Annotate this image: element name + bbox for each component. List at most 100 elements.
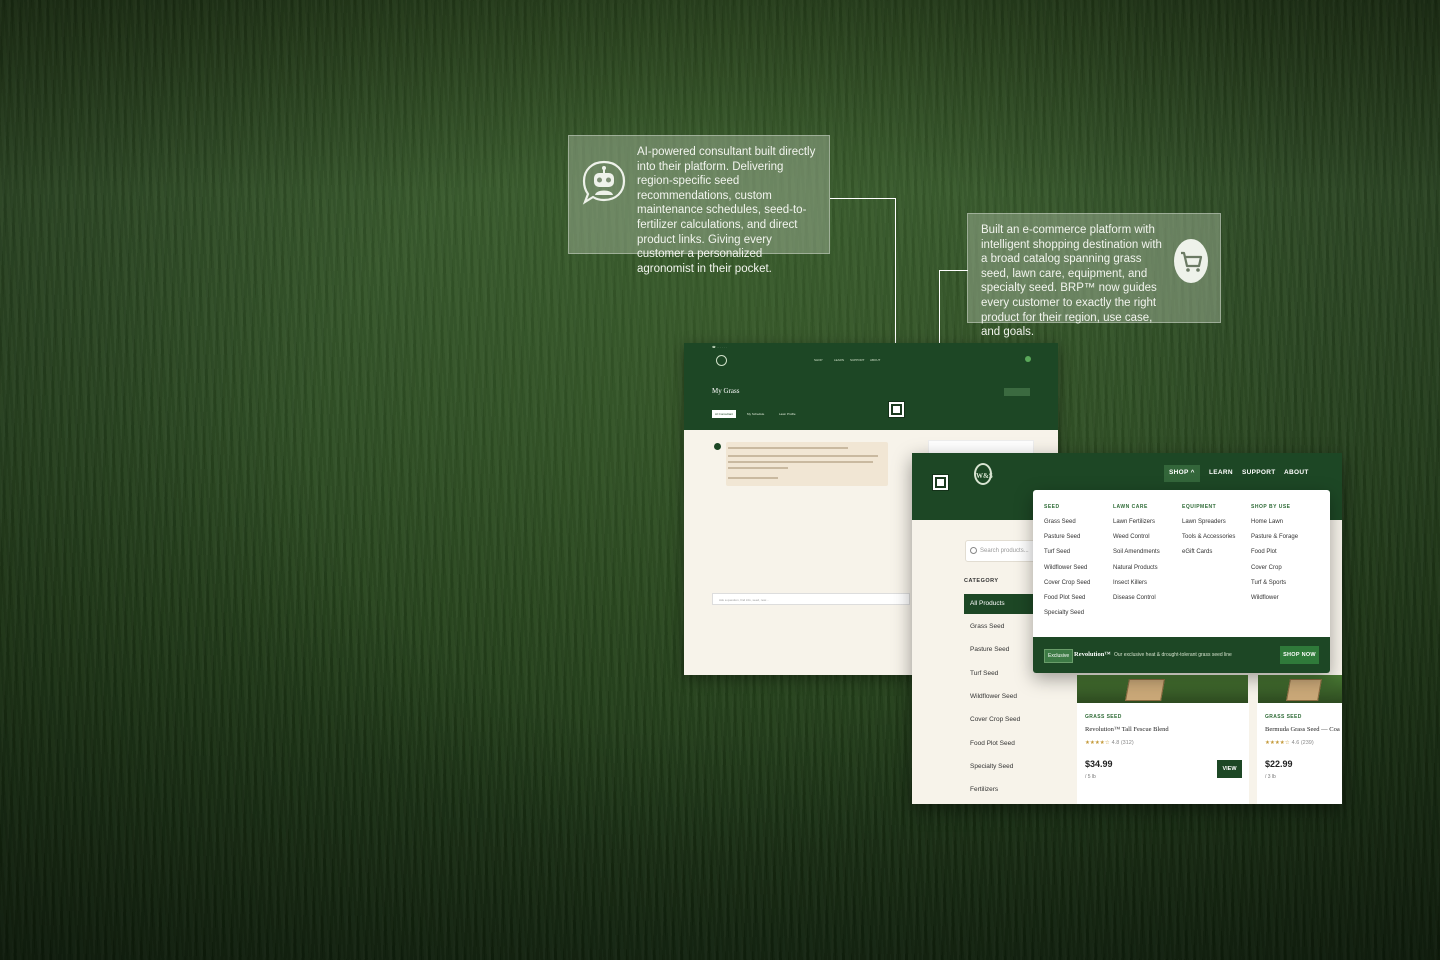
tab-ai-consultant[interactable]: AI Consultant	[712, 410, 737, 418]
product-image[interactable]	[1077, 675, 1248, 703]
category-heading: CATEGORY	[964, 578, 999, 584]
header-button[interactable]	[1004, 388, 1030, 396]
nav-about[interactable]: ABOUT	[870, 358, 880, 362]
menu-item[interactable]: eGift Cards	[1182, 549, 1235, 564]
menu-item[interactable]: Pasture & Forage	[1251, 534, 1298, 549]
product-title[interactable]: Bermuda Grass Seed — Coa	[1265, 726, 1340, 733]
product-rating: ★★★★☆ 4.8 (312)	[1085, 740, 1134, 746]
menu-item[interactable]: Home Lawn	[1251, 519, 1298, 534]
menu-item[interactable]: Tools & Accessories	[1182, 534, 1235, 549]
menu-item[interactable]: Turf & Sports	[1251, 580, 1298, 595]
product-category: GRASS SEED	[1085, 714, 1122, 720]
connector-line	[830, 198, 896, 199]
product-rating: ★★★★☆ 4.6 (239)	[1265, 740, 1314, 746]
menu-column-lawn-care: LAWN CARE Lawn Fertilizers Weed Control …	[1113, 504, 1160, 610]
chat-text-line	[728, 477, 778, 479]
product-image[interactable]	[1258, 675, 1342, 703]
chat-text-line	[728, 455, 878, 457]
cart-icon	[1174, 239, 1208, 283]
ecommerce-callout-text: Built an e-commerce platform with intell…	[981, 224, 1162, 339]
menu-column-seed: SEED Grass Seed Pasture Seed Turf Seed W…	[1044, 504, 1090, 625]
promo-banner: Exclusive Revolution™ Our exclusive heat…	[1033, 637, 1330, 673]
nav-learn[interactable]: LEARN	[1209, 469, 1233, 476]
product-unit: / 3 lb	[1265, 774, 1276, 780]
nav-shop[interactable]: SHOP ^	[1169, 469, 1195, 476]
shop-now-button[interactable]: SHOP NOW	[1280, 646, 1319, 664]
menu-item[interactable]: Insect Killers	[1113, 580, 1160, 595]
nav-shop[interactable]: SHOP	[814, 358, 823, 362]
bot-avatar	[714, 443, 721, 450]
product-unit: / 5 lb	[1085, 774, 1096, 780]
menu-item[interactable]: Cover Crop Seed	[1044, 580, 1090, 595]
menu-item[interactable]: Grass Seed	[1044, 519, 1090, 534]
menu-item[interactable]: Food Plot	[1251, 549, 1298, 564]
robot-chat-icon	[582, 160, 626, 205]
ai-consultant-callout: AI-powered consultant built directly int…	[568, 135, 830, 275]
menu-item[interactable]: Disease Control	[1113, 595, 1160, 610]
avatar[interactable]	[1025, 356, 1031, 362]
menu-item[interactable]: Lawn Fertilizers	[1113, 519, 1160, 534]
promo-brand: Revolution™	[1074, 651, 1111, 658]
product-category: GRASS SEED	[1265, 714, 1302, 720]
menu-item[interactable]: Weed Control	[1113, 534, 1160, 549]
nav-support[interactable]: SUPPORT	[850, 358, 864, 362]
view-button[interactable]: VIEW	[1217, 760, 1242, 778]
topbar-text: ☎ · · · · · ·	[712, 345, 727, 349]
chat-message	[726, 442, 888, 486]
category-specialty-seed[interactable]: Specialty Seed	[964, 757, 1044, 777]
page-title: My Grass	[712, 387, 740, 395]
tab-lawn-profile[interactable]: Lawn Profile	[776, 410, 799, 418]
menu-column-equipment: EQUIPMENT Lawn Spreaders Tools & Accesso…	[1182, 504, 1235, 565]
connector-marker	[889, 402, 904, 417]
my-grass-header: ☎ · · · · · · SHOP LEARN SUPPORT ABOUT M…	[684, 343, 1058, 430]
menu-item[interactable]: Food Plot Seed	[1044, 595, 1090, 610]
chat-text-line	[728, 467, 788, 469]
menu-column-shop-by-use: SHOP BY USE Home Lawn Pasture & Forage F…	[1251, 504, 1298, 610]
nav-about[interactable]: ABOUT	[1284, 469, 1309, 476]
menu-item[interactable]: Wildflower Seed	[1044, 565, 1090, 580]
chat-text-line	[728, 461, 873, 463]
menu-item[interactable]: Cover Crop	[1251, 565, 1298, 580]
category-all-products[interactable]: All Products	[964, 594, 1044, 614]
menu-heading: SHOP BY USE	[1251, 504, 1291, 510]
category-fertilizers[interactable]: Fertilizers	[964, 780, 1044, 800]
product-card[interactable]: GRASS SEED Revolution™ Tall Fescue Blend…	[1077, 703, 1249, 804]
menu-heading: EQUIPMENT	[1182, 504, 1217, 510]
seed-bag-image	[1286, 679, 1322, 701]
menu-item[interactable]: Soil Amendments	[1113, 549, 1160, 564]
exclusive-badge: Exclusive	[1044, 649, 1074, 663]
chevron-up-icon: ^	[1190, 469, 1195, 476]
category-wildflower-seed[interactable]: Wildflower Seed	[964, 687, 1044, 707]
product-title[interactable]: Revolution™ Tall Fescue Blend	[1085, 726, 1169, 733]
product-price: $34.99	[1085, 759, 1113, 769]
connector-marker	[933, 475, 948, 490]
ecommerce-callout: Built an e-commerce platform with intell…	[967, 213, 1221, 338]
nav-support[interactable]: SUPPORT	[1242, 469, 1276, 476]
menu-item[interactable]: Turf Seed	[1044, 549, 1090, 564]
menu-heading: SEED	[1044, 504, 1060, 510]
chat-input[interactable]: Ask a question, find info, seed, now...	[712, 593, 910, 605]
shop-mega-menu: SEED Grass Seed Pasture Seed Turf Seed W…	[1033, 490, 1330, 673]
menu-item[interactable]: Wildflower	[1251, 595, 1298, 610]
menu-item[interactable]: Pasture Seed	[1044, 534, 1090, 549]
product-price: $22.99	[1265, 759, 1293, 769]
promo-description: Our exclusive heat & drought-tolerant gr…	[1114, 652, 1232, 658]
category-turf-seed[interactable]: Turf Seed	[964, 664, 1044, 684]
menu-item[interactable]: Specialty Seed	[1044, 610, 1090, 625]
search-icon	[970, 547, 977, 554]
chat-text-line	[728, 447, 848, 449]
menu-item[interactable]: Natural Products	[1113, 565, 1160, 580]
menu-heading: LAWN CARE	[1113, 504, 1148, 510]
brand-logo[interactable]: W&S	[974, 463, 993, 485]
product-card[interactable]: GRASS SEED Bermuda Grass Seed — Coa ★★★★…	[1257, 703, 1342, 804]
brand-logo	[716, 355, 727, 366]
category-cover-crop-seed[interactable]: Cover Crop Seed	[964, 710, 1044, 730]
category-grass-seed[interactable]: Grass Seed	[964, 617, 1044, 637]
menu-item[interactable]: Lawn Spreaders	[1182, 519, 1235, 534]
category-pasture-seed[interactable]: Pasture Seed	[964, 640, 1044, 660]
category-food-plot-seed[interactable]: Food Plot Seed	[964, 734, 1044, 754]
nav-learn[interactable]: LEARN	[834, 358, 844, 362]
connector-line	[939, 270, 968, 271]
seed-bag-image	[1125, 679, 1165, 701]
tab-my-schedule[interactable]: My Schedule	[744, 410, 767, 418]
